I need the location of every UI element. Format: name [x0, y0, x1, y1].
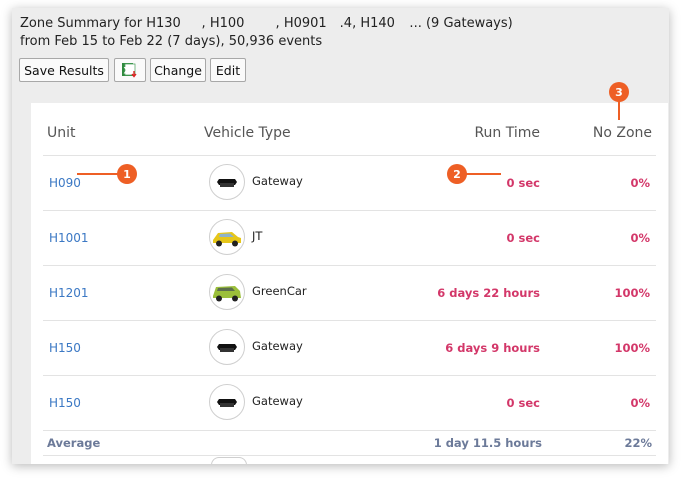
run-time-value: 0 sec: [506, 231, 540, 245]
summary-line-1: Zone Summary for H130 , H100 , H0901 .4,…: [20, 16, 513, 31]
gateway-device-icon: [209, 164, 245, 200]
column-header-vehicle-type[interactable]: Vehicle Type: [204, 125, 291, 141]
table-row: H150 Gateway 6 days 9 hours 100%: [31, 321, 668, 375]
table-row: H1201 GreenCar 6 days 22 hours 100%: [31, 266, 668, 320]
unit-link[interactable]: H1201: [49, 286, 89, 300]
gateway-device-icon: [209, 329, 245, 365]
svg-text:X: X: [124, 67, 131, 77]
column-header-no-zone[interactable]: No Zone: [593, 125, 652, 141]
callout-badge-3: 3: [609, 82, 629, 102]
unit-link[interactable]: H1001: [49, 231, 89, 245]
unit-link[interactable]: H090: [49, 176, 81, 190]
run-time-value: 6 days 9 hours: [445, 341, 540, 355]
summary-line-2: from Feb 15 to Feb 22 (7 days), 50,936 e…: [20, 34, 323, 49]
partial-row-icon: [211, 457, 247, 464]
edit-button[interactable]: Edit: [210, 58, 246, 82]
callout-leader-1: [77, 173, 121, 175]
callout-leader-2: [463, 173, 501, 175]
gateway-device-icon: [209, 384, 245, 420]
run-time-value: 0 sec: [506, 176, 540, 190]
excel-export-icon: X: [122, 63, 137, 78]
no-zone-value: 100%: [614, 341, 650, 355]
average-run-time: 1 day 11.5 hours: [433, 436, 542, 450]
callout-badge-2: 2: [447, 164, 467, 184]
no-zone-value: 0%: [630, 176, 650, 190]
vehicle-type-label: Gateway: [252, 339, 303, 353]
report-window: Zone Summary for H130 , H100 , H0901 .4,…: [12, 8, 669, 464]
column-header-run-time[interactable]: Run Time: [474, 125, 540, 141]
no-zone-value: 0%: [630, 396, 650, 410]
run-time-value: 0 sec: [506, 396, 540, 410]
zone-summary-table: Unit Vehicle Type Run Time No Zone H090 …: [31, 103, 668, 464]
column-header-unit[interactable]: Unit: [47, 125, 76, 141]
unit-link[interactable]: H150: [49, 341, 81, 355]
no-zone-value: 100%: [614, 286, 650, 300]
vehicle-type-label: GreenCar: [252, 284, 307, 298]
run-time-value: 6 days 22 hours: [437, 286, 540, 300]
row-divider: [43, 430, 656, 431]
vehicle-type-label: Gateway: [252, 174, 303, 188]
vehicle-type-label: JT: [252, 229, 263, 243]
table-row: H1001 JT 0 sec 0%: [31, 211, 668, 265]
row-divider: [43, 455, 656, 456]
excel-export-button[interactable]: X: [114, 58, 146, 82]
table-row: H150 Gateway 0 sec 0%: [31, 376, 668, 430]
report-summary: Zone Summary for H130 , H100 , H0901 .4,…: [20, 15, 665, 51]
green-car-icon: [209, 274, 245, 310]
vehicle-type-label: Gateway: [252, 394, 303, 408]
unit-link[interactable]: H150: [49, 396, 81, 410]
average-no-zone: 22%: [624, 436, 652, 450]
change-button[interactable]: Change: [150, 58, 206, 82]
yellow-car-icon: [209, 219, 245, 255]
no-zone-value: 0%: [630, 231, 650, 245]
save-results-button[interactable]: Save Results: [19, 58, 109, 82]
callout-badge-1: 1: [117, 164, 137, 184]
average-label: Average: [47, 436, 101, 450]
